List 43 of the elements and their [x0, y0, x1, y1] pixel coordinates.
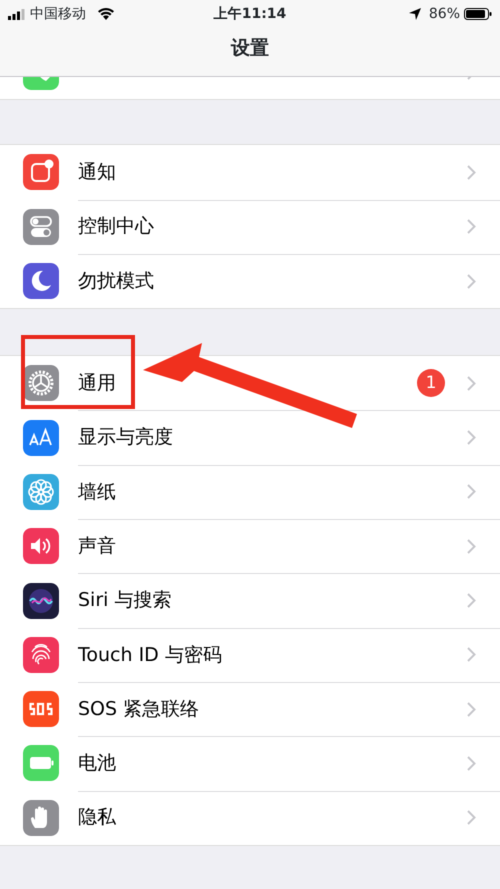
- signal-icon: [8, 8, 26, 20]
- chevron-icon: [467, 647, 476, 662]
- chevron-icon: [467, 702, 476, 717]
- settings-row[interactable]: Siri 与搜索: [0, 573, 500, 628]
- chevron-icon: [467, 376, 476, 391]
- settings-row[interactable]: 控制中心: [0, 200, 500, 254]
- row-label: 声音: [78, 534, 117, 559]
- location-arrow-icon: [408, 8, 421, 20]
- row-label: 显示与亮度: [78, 425, 174, 450]
- row-label: 控制中心: [78, 214, 155, 240]
- notification-badge: 1: [417, 369, 445, 398]
- chevron-icon: [467, 484, 476, 500]
- row-label: Siri 与搜索: [78, 588, 172, 614]
- settings-row[interactable]: 声音: [0, 519, 500, 574]
- settings-row[interactable]: Touch ID 与密码: [0, 628, 500, 682]
- battery-percent: 86%: [428, 4, 460, 24]
- row-label: 墙纸: [78, 480, 117, 505]
- row-label: 通知: [78, 160, 117, 186]
- row-label: 隐私: [78, 805, 117, 830]
- settings-row[interactable]: 通知: [0, 145, 500, 200]
- settings-row[interactable]: 隐私: [0, 790, 500, 845]
- chevron-icon: [467, 274, 476, 289]
- chevron-icon: [467, 810, 476, 826]
- row-label: Touch ID 与密码: [78, 642, 223, 668]
- settings-row[interactable]: 勿扰模式: [0, 254, 500, 308]
- row-label: 勿扰模式: [78, 268, 155, 294]
- row-label: 通用: [78, 371, 117, 396]
- chevron-icon: [467, 219, 476, 234]
- battery-icon: [464, 8, 492, 20]
- settings-row[interactable]: 电池: [0, 736, 500, 791]
- chevron-icon: [467, 593, 476, 608]
- settings-row[interactable]: 墙纸: [0, 464, 500, 520]
- chevron-icon: [467, 430, 476, 446]
- settings-row[interactable]: SOS 紧急联络: [0, 682, 500, 736]
- chevron-icon: [467, 164, 476, 180]
- chevron-icon: [467, 756, 476, 771]
- page-title: 设置: [230, 36, 270, 61]
- wifi-icon: [98, 8, 114, 20]
- carrier-name: 中国移动: [30, 4, 86, 24]
- chevron-icon: [467, 538, 476, 554]
- status-time: 上午11:14: [214, 4, 286, 24]
- row-label: 电池: [78, 751, 117, 776]
- row-label: SOS 紧急联络: [78, 696, 200, 722]
